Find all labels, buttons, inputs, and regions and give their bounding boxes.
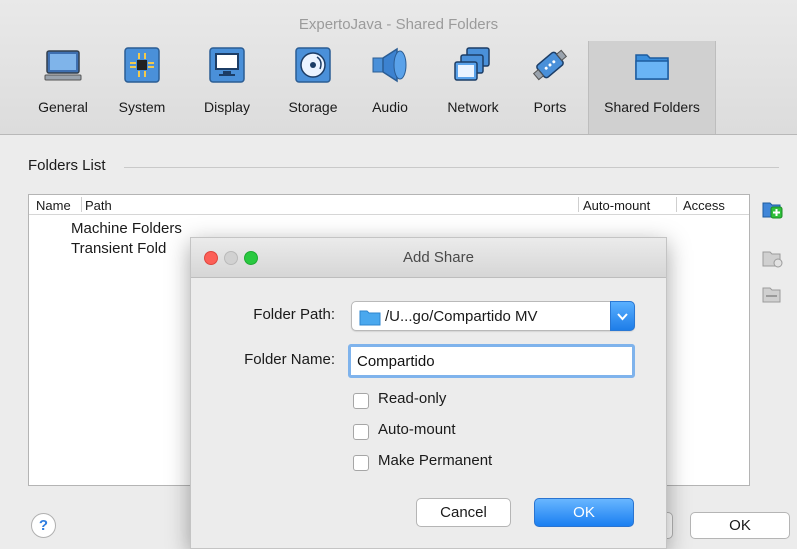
- column-separator: [578, 197, 579, 212]
- column-separator: [676, 197, 677, 212]
- toolbar-display[interactable]: Display: [194, 41, 260, 134]
- toolbar-audio[interactable]: Audio: [360, 41, 420, 134]
- read-only-checkbox[interactable]: [353, 393, 369, 409]
- column-separator: [81, 197, 82, 212]
- storage-icon: [295, 47, 331, 83]
- toolbar-label: Audio: [372, 99, 408, 115]
- window-title: ExpertoJava - Shared Folders: [298, 16, 499, 33]
- remove-folder-icon[interactable]: [760, 283, 784, 305]
- toolbar-label: Shared Folders: [604, 99, 700, 115]
- list-item[interactable]: Transient Fold: [71, 240, 166, 257]
- folder-path-value: /U...go/Compartido MV: [385, 308, 538, 325]
- settings-toolbar: ExpertoJava - Shared Folders General Sys…: [0, 0, 797, 135]
- toolbar-general[interactable]: General: [30, 41, 96, 134]
- section-divider: [124, 167, 779, 168]
- column-header-path[interactable]: Path: [85, 198, 112, 213]
- make-permanent-label: Make Permanent: [378, 452, 493, 469]
- column-header-name[interactable]: Name: [36, 198, 71, 213]
- toolbar-label: General: [38, 99, 88, 115]
- folder-name-field[interactable]: [348, 344, 635, 378]
- toolbar-shared-folders[interactable]: Shared Folders: [588, 41, 716, 134]
- ok-button[interactable]: OK: [534, 498, 634, 527]
- shared-folders-icon: [635, 54, 669, 80]
- folder-icon: [359, 310, 381, 326]
- ports-icon: [532, 49, 568, 81]
- list-item[interactable]: Machine Folders: [71, 220, 182, 237]
- toolbar-label: Network: [447, 99, 499, 115]
- edit-folder-icon[interactable]: [760, 247, 784, 269]
- folder-path-label: Folder Path:: [253, 306, 335, 323]
- toolbar-label: Display: [204, 99, 250, 115]
- dialog-title: Add Share: [403, 249, 474, 266]
- toolbar-label: System: [118, 99, 166, 115]
- add-share-dialog: Add Share Folder Path: /U...go/Compartid…: [190, 237, 667, 549]
- auto-mount-checkbox[interactable]: [353, 424, 369, 440]
- display-icon: [209, 47, 245, 83]
- toolbar-storage[interactable]: Storage: [278, 41, 348, 134]
- general-icon: [44, 50, 82, 81]
- make-permanent-checkbox[interactable]: [353, 455, 369, 471]
- folder-path-select[interactable]: /U...go/Compartido MV: [351, 301, 635, 331]
- toolbar-ports[interactable]: Ports: [522, 41, 578, 134]
- cancel-button[interactable]: Cancel: [416, 498, 511, 527]
- folder-name-label: Folder Name:: [244, 351, 335, 368]
- table-header: Name Path Auto-mount Access: [29, 195, 749, 215]
- help-button[interactable]: ?: [31, 513, 56, 538]
- add-folder-icon[interactable]: [760, 198, 784, 220]
- toolbar-system[interactable]: System: [110, 41, 174, 134]
- toolbar-network[interactable]: Network: [436, 41, 510, 134]
- read-only-label: Read-only: [378, 390, 447, 407]
- dialog-titlebar: Add Share: [191, 238, 666, 278]
- column-header-access[interactable]: Access: [683, 198, 725, 213]
- network-icon: [454, 47, 490, 81]
- folders-list-title: Folders List: [28, 157, 106, 174]
- toolbar-label: Ports: [533, 99, 567, 115]
- system-icon: [124, 47, 160, 83]
- select-arrow[interactable]: [610, 301, 635, 331]
- auto-mount-label: Auto-mount: [378, 421, 456, 438]
- ok-button[interactable]: OK: [690, 512, 790, 539]
- toolbar-label: Storage: [288, 99, 338, 115]
- column-header-auto-mount[interactable]: Auto-mount: [583, 198, 650, 213]
- chevron-down-icon: [617, 313, 628, 321]
- audio-icon: [372, 47, 407, 83]
